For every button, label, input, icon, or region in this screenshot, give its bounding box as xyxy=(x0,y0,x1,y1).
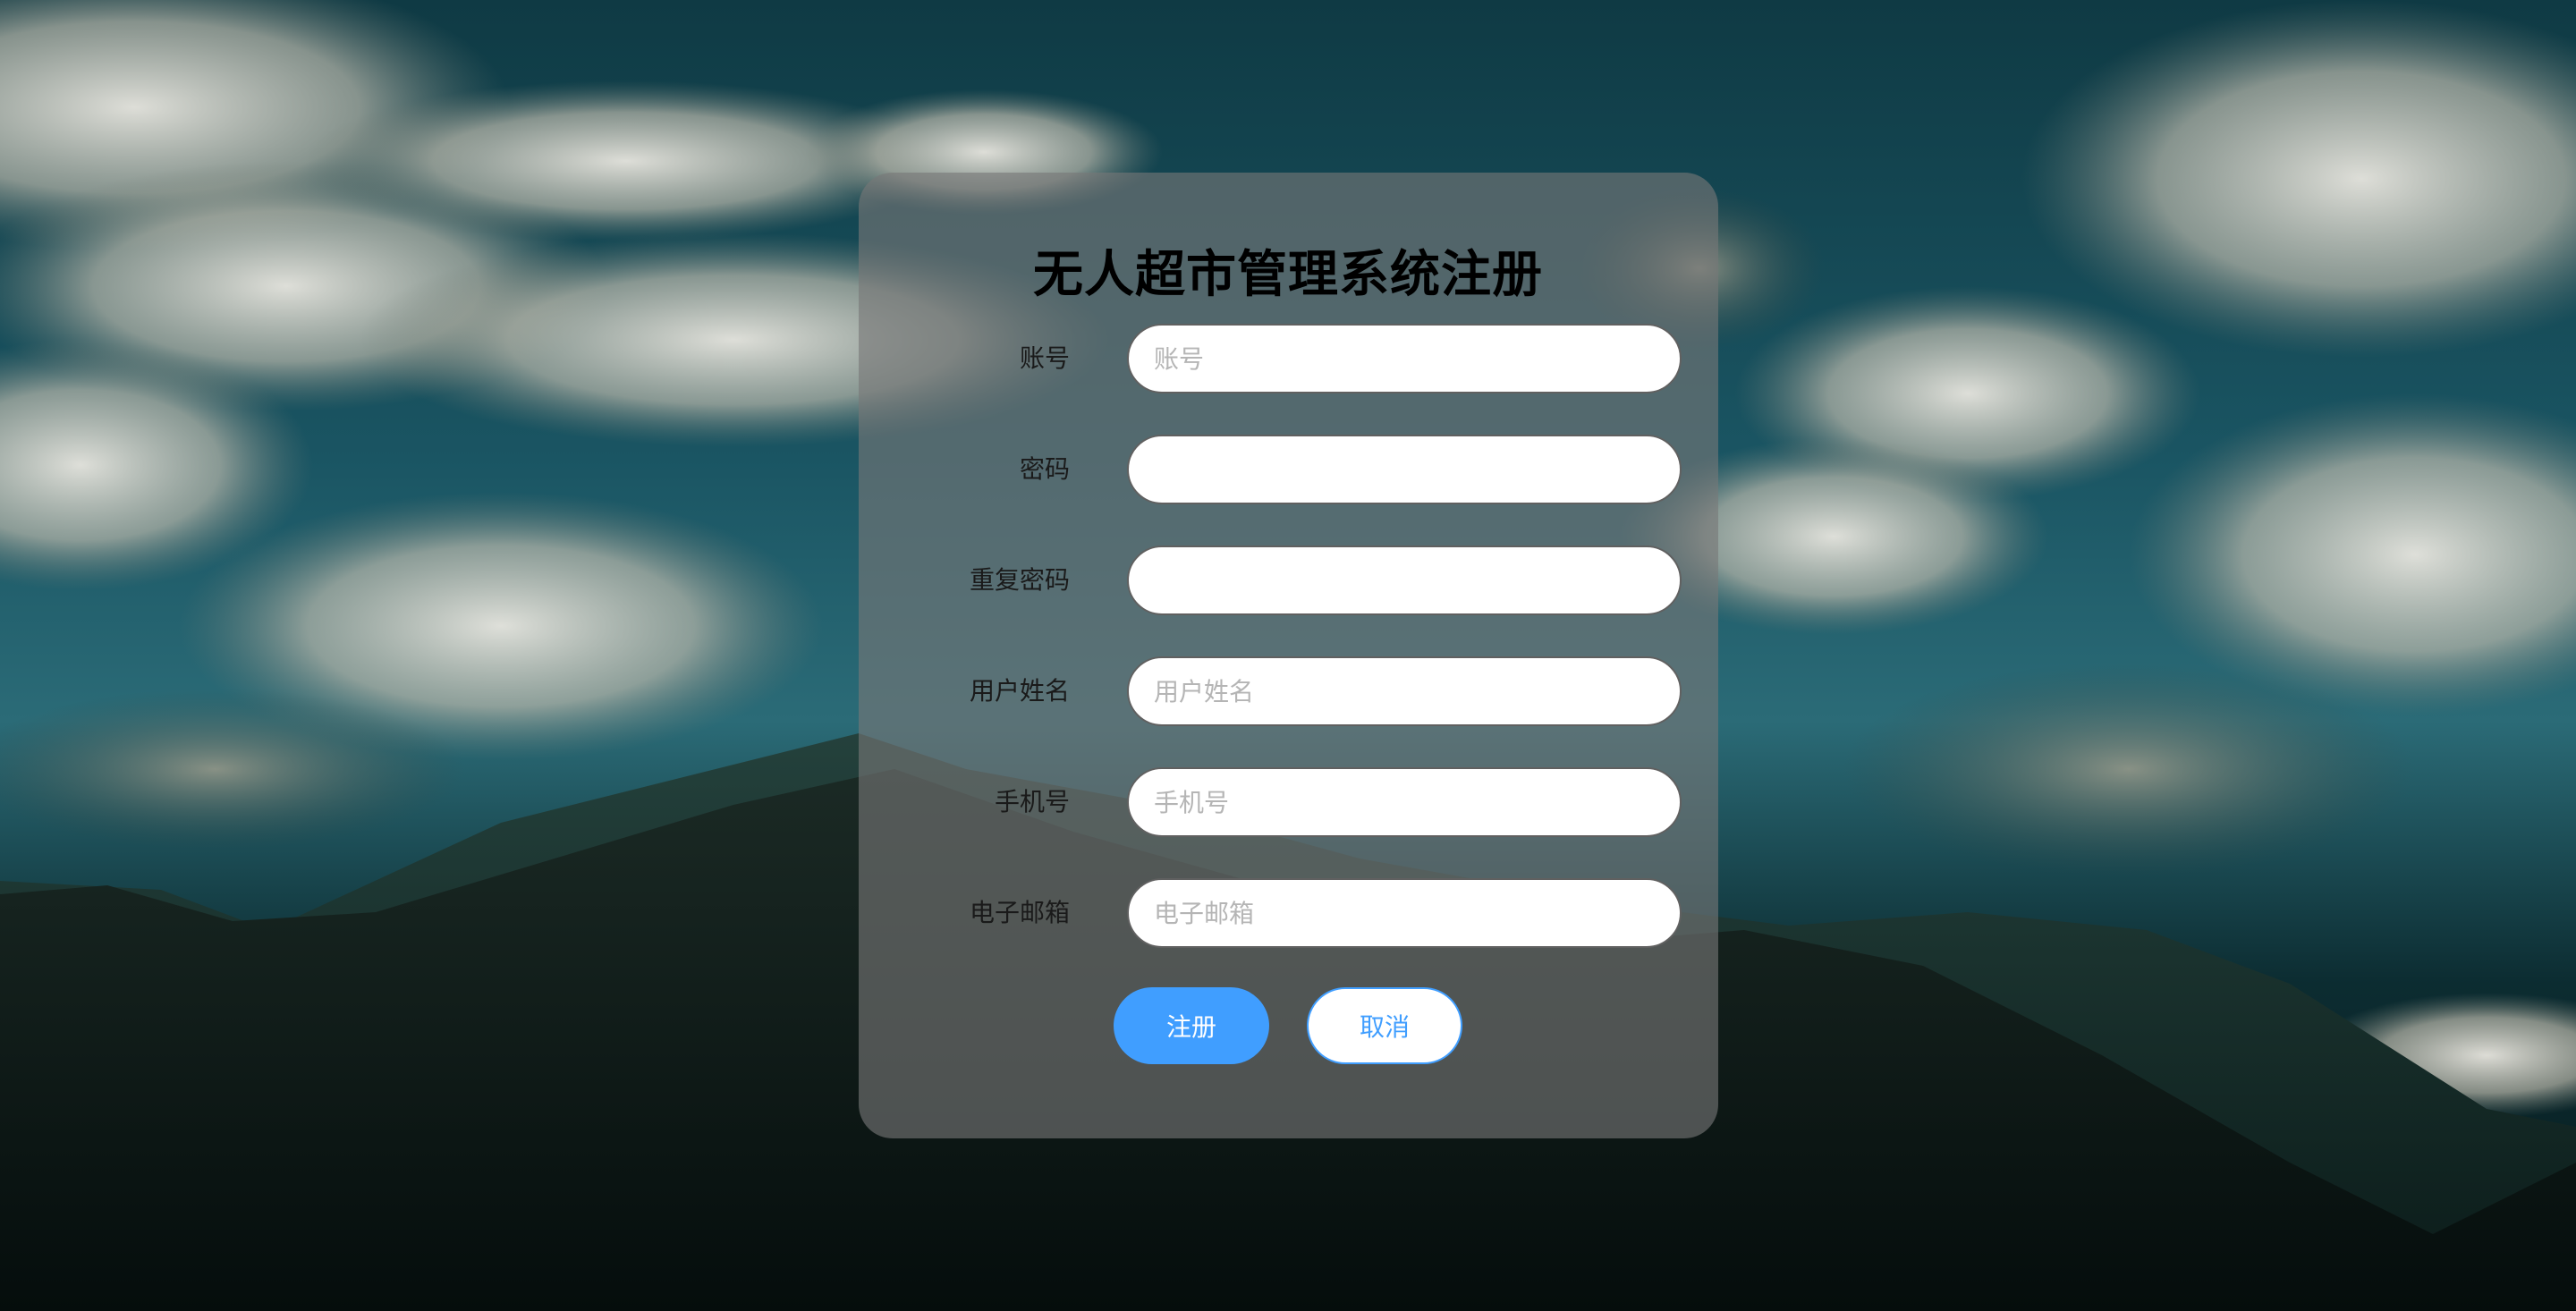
email-input[interactable] xyxy=(1127,878,1682,948)
register-page: 无人超市管理系统注册 账号 密码 重复密码 用户姓名 手机号 电子邮箱 注册 取… xyxy=(0,0,2576,1311)
account-input[interactable] xyxy=(1127,324,1682,393)
password-input[interactable] xyxy=(1127,435,1682,504)
form-row-phone: 手机号 xyxy=(859,767,1718,837)
confirm-password-label: 重复密码 xyxy=(969,565,1070,595)
form-row-confirm-password: 重复密码 xyxy=(859,546,1718,615)
register-button[interactable]: 注册 xyxy=(1114,987,1269,1064)
phone-label: 手机号 xyxy=(994,787,1070,816)
email-label: 电子邮箱 xyxy=(969,898,1070,927)
user-name-input[interactable] xyxy=(1127,656,1682,726)
confirm-password-input[interactable] xyxy=(1127,546,1682,615)
user-name-label: 用户姓名 xyxy=(969,676,1070,706)
phone-input[interactable] xyxy=(1127,767,1682,837)
register-card xyxy=(859,173,1718,1138)
page-title: 无人超市管理系统注册 xyxy=(1033,246,1543,304)
form-row-email: 电子邮箱 xyxy=(859,878,1718,948)
form-row-account: 账号 xyxy=(859,324,1718,393)
form-row-user-name: 用户姓名 xyxy=(859,656,1718,726)
account-label: 账号 xyxy=(1019,343,1070,373)
cancel-button[interactable]: 取消 xyxy=(1307,987,1462,1064)
form-row-password: 密码 xyxy=(859,435,1718,504)
password-label: 密码 xyxy=(1019,454,1070,484)
